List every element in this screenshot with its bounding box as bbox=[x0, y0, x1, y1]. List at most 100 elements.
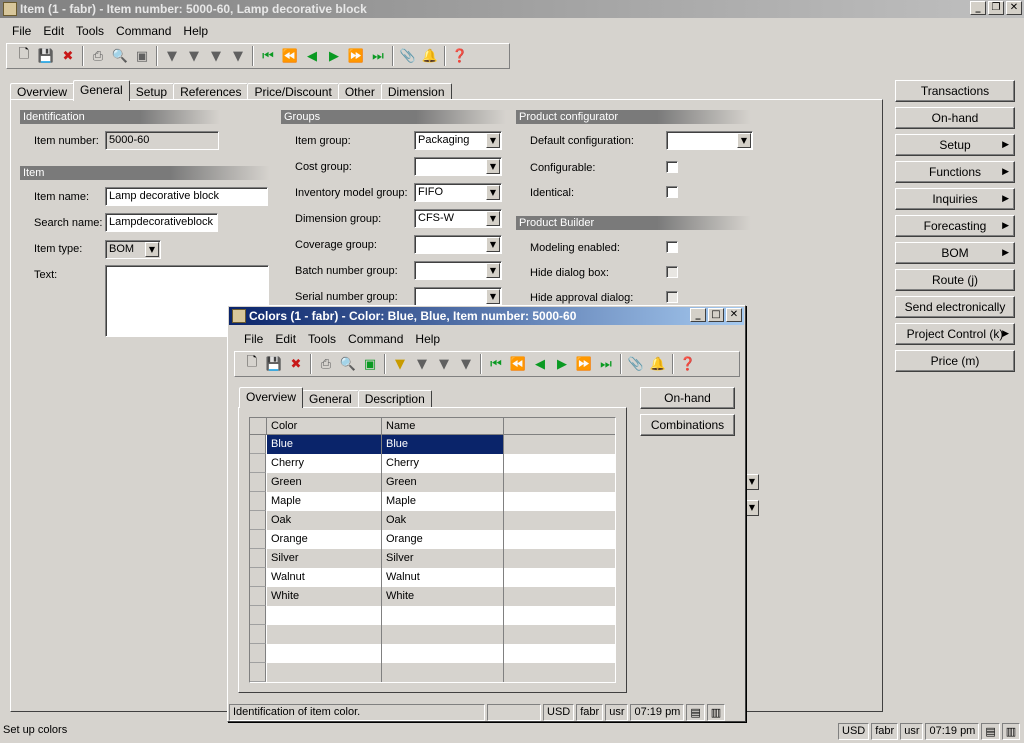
table-row[interactable] bbox=[250, 644, 615, 663]
filter-by-selection-icon[interactable]: ▼ bbox=[411, 353, 433, 375]
first-record-icon[interactable]: ⏮ bbox=[485, 353, 507, 375]
minimize-icon[interactable]: _ bbox=[970, 1, 986, 15]
cell-color[interactable]: White bbox=[267, 587, 382, 606]
search-name-field[interactable]: Lampdecorativeblock bbox=[105, 213, 218, 232]
first-record-icon[interactable]: ⏮ bbox=[257, 45, 279, 67]
table-row[interactable] bbox=[250, 625, 615, 644]
hide-dialog-box-checkbox[interactable] bbox=[666, 266, 678, 278]
alert-bell-icon[interactable]: 🔔 bbox=[647, 353, 669, 375]
chevron-down-icon[interactable]: ▼ bbox=[486, 185, 500, 200]
next-page-icon[interactable]: ⏩ bbox=[573, 353, 595, 375]
chevron-down-icon[interactable]: ▼ bbox=[486, 237, 500, 252]
cell-color[interactable]: Orange bbox=[267, 530, 382, 549]
item-name-field[interactable]: Lamp decorative block bbox=[105, 187, 268, 206]
menu-tools[interactable]: Tools bbox=[70, 24, 110, 38]
restore-icon[interactable]: ❐ bbox=[988, 1, 1004, 15]
forecasting-menu-button[interactable]: Forecasting ▶ bbox=[895, 215, 1015, 237]
remove-filter-icon[interactable]: ▼ bbox=[455, 353, 477, 375]
cell-name[interactable]: Blue bbox=[382, 435, 504, 454]
inventory-model-group-select[interactable]: FIFO ▼ bbox=[414, 183, 502, 202]
save-icon[interactable]: 💾 bbox=[35, 45, 57, 67]
hide-approval-dialog-checkbox[interactable] bbox=[666, 291, 678, 303]
document-handling-icon[interactable]: 📎 bbox=[397, 45, 419, 67]
menu-file[interactable]: File bbox=[6, 24, 37, 38]
cell-color[interactable]: Walnut bbox=[267, 568, 382, 587]
functions-menu-button[interactable]: Functions ▶ bbox=[895, 161, 1015, 183]
item-type-select[interactable]: BOM ▼ bbox=[105, 240, 161, 259]
cell-name[interactable]: White bbox=[382, 587, 504, 606]
remove-filter-icon[interactable]: ▼ bbox=[227, 45, 249, 67]
menu-edit[interactable]: Edit bbox=[37, 24, 70, 38]
chevron-down-icon[interactable]: ▼ bbox=[486, 159, 500, 174]
item-group-select[interactable]: Packaging ▼ bbox=[414, 131, 502, 150]
setup-menu-button[interactable]: Setup ▶ bbox=[895, 134, 1015, 156]
new-icon[interactable]: 🗋 bbox=[13, 45, 35, 67]
cell-name[interactable]: Walnut bbox=[382, 568, 504, 587]
cell-name[interactable]: Green bbox=[382, 473, 504, 492]
row-selector[interactable] bbox=[250, 473, 266, 492]
table-row[interactable]: Orange Orange bbox=[250, 530, 615, 549]
chevron-down-icon[interactable]: ▼ bbox=[745, 500, 759, 516]
alert-bell-icon[interactable]: 🔔 bbox=[419, 45, 441, 67]
print-icon[interactable]: ⎙ bbox=[315, 353, 337, 375]
menu-help[interactable]: Help bbox=[409, 332, 446, 346]
column-header-color[interactable]: Color bbox=[267, 418, 382, 435]
identical-checkbox[interactable] bbox=[666, 186, 678, 198]
filter-icon[interactable]: ▼ bbox=[389, 353, 411, 375]
row-selector[interactable] bbox=[250, 587, 266, 606]
combinations-button[interactable]: Combinations bbox=[640, 414, 735, 436]
transactions-button[interactable]: Transactions bbox=[895, 80, 1015, 102]
serial-number-group-select[interactable]: ▼ bbox=[414, 287, 502, 306]
cell-name[interactable]: Maple bbox=[382, 492, 504, 511]
close-icon[interactable]: ✕ bbox=[1006, 1, 1022, 15]
cell-color[interactable]: Silver bbox=[267, 549, 382, 568]
dialog-title-bar[interactable]: Colors (1 - fabr) - Color: Blue, Blue, I… bbox=[229, 307, 744, 325]
menu-tools[interactable]: Tools bbox=[302, 332, 342, 346]
tab-overview[interactable]: Overview bbox=[239, 387, 304, 408]
table-row[interactable]: Walnut Walnut bbox=[250, 568, 615, 587]
cell-color[interactable]: Blue bbox=[267, 435, 382, 454]
new-icon[interactable]: 🗋 bbox=[241, 353, 263, 375]
chevron-down-icon[interactable]: ▼ bbox=[745, 474, 759, 490]
cell-color[interactable]: Green bbox=[267, 473, 382, 492]
cell-color[interactable]: Oak bbox=[267, 511, 382, 530]
row-selector[interactable] bbox=[250, 663, 266, 682]
tab-general[interactable]: General bbox=[73, 80, 130, 101]
cell-name[interactable]: Orange bbox=[382, 530, 504, 549]
row-selector[interactable] bbox=[250, 549, 266, 568]
cell-name[interactable] bbox=[382, 663, 504, 682]
database-icon[interactable]: ▤ bbox=[981, 722, 1000, 740]
table-row[interactable]: Cherry Cherry bbox=[250, 454, 615, 473]
cell-color[interactable] bbox=[267, 644, 382, 663]
previous-page-icon[interactable]: ⏪ bbox=[507, 353, 529, 375]
cell-color[interactable]: Cherry bbox=[267, 454, 382, 473]
column-header-name[interactable]: Name bbox=[382, 418, 504, 435]
next-record-icon[interactable]: ▶ bbox=[551, 353, 573, 375]
advanced-filter-icon[interactable]: ▼ bbox=[205, 45, 227, 67]
table-row[interactable] bbox=[250, 606, 615, 625]
cell-name[interactable]: Cherry bbox=[382, 454, 504, 473]
row-selector[interactable] bbox=[250, 568, 266, 587]
price-button[interactable]: Price (m) bbox=[895, 350, 1015, 372]
save-icon[interactable]: 💾 bbox=[263, 353, 285, 375]
row-selector[interactable] bbox=[250, 625, 266, 644]
table-row[interactable]: Blue Blue bbox=[250, 435, 615, 454]
help-icon[interactable]: ❓ bbox=[677, 353, 699, 375]
configurable-checkbox[interactable] bbox=[666, 161, 678, 173]
row-selector[interactable] bbox=[250, 511, 266, 530]
cell-name[interactable] bbox=[382, 644, 504, 663]
tab-general[interactable]: General bbox=[302, 390, 359, 408]
cell-color[interactable] bbox=[267, 663, 382, 682]
last-record-icon[interactable]: ⏭ bbox=[367, 45, 389, 67]
chevron-down-icon[interactable]: ▼ bbox=[486, 211, 500, 226]
on-hand-button[interactable]: On-hand bbox=[895, 107, 1015, 129]
cache-icon[interactable]: ▥ bbox=[706, 703, 726, 721]
cell-name[interactable] bbox=[382, 625, 504, 644]
advanced-filter-icon[interactable]: ▼ bbox=[433, 353, 455, 375]
cell-color[interactable]: Maple bbox=[267, 492, 382, 511]
last-record-icon[interactable]: ⏭ bbox=[595, 353, 617, 375]
filter-by-selection-icon[interactable]: ▼ bbox=[183, 45, 205, 67]
bom-menu-button[interactable]: BOM ▶ bbox=[895, 242, 1015, 264]
default-configuration-select[interactable]: ▼ bbox=[666, 131, 753, 150]
tab-description[interactable]: Description bbox=[357, 390, 432, 408]
